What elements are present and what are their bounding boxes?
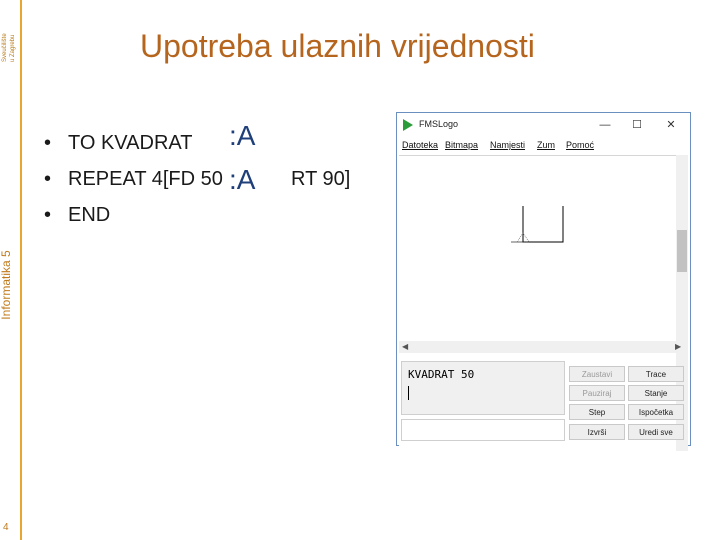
maximize-button[interactable]: ☐ — [625, 115, 649, 135]
page-number: 4 — [3, 522, 9, 533]
menu-datoteka[interactable]: Datoteka — [402, 140, 438, 150]
bullet-text: END — [68, 204, 111, 226]
bullet-item: • REPEAT 4[FD 50 — [44, 168, 223, 190]
pauza-button[interactable]: Pauziraj — [569, 385, 625, 401]
window-titlebar[interactable]: FMSLogo — ☐ ✕ — [397, 113, 690, 137]
square-drawing — [511, 206, 564, 243]
university-mark-line-2: u Zagrebu — [10, 34, 16, 62]
uredi-sve-button[interactable]: Uredi sve — [628, 424, 684, 440]
scroll-left-icon[interactable]: ◀ — [402, 342, 408, 351]
menu-pomoc[interactable]: Pomoć — [566, 140, 594, 150]
trace-button[interactable]: Trace — [628, 366, 684, 382]
command-input[interactable] — [401, 419, 565, 441]
slide-title: Upotreba ulaznih vrijednosti — [140, 28, 535, 64]
fmslogo-window: FMSLogo — ☐ ✕ Datoteka Bitmapa Namjesti … — [396, 112, 691, 453]
window-title: FMSLogo — [419, 119, 459, 129]
stanje-button[interactable]: Stanje — [628, 385, 684, 401]
scroll-right-icon[interactable]: ▶ — [675, 342, 681, 351]
bullet-tail: RT 90] — [291, 168, 351, 190]
param-a-usage: :A — [229, 164, 256, 195]
minimize-button[interactable]: — — [593, 115, 617, 135]
step-button[interactable]: Step — [569, 404, 625, 420]
university-mark: Sveučilište u Zagrebu — [0, 2, 20, 62]
menu-zum[interactable]: Zum — [537, 140, 555, 150]
command-history[interactable]: KVADRAT 50 — [401, 361, 565, 415]
menu-bar: Datoteka Bitmapa Namjesti Zum Pomoć — [397, 137, 690, 153]
left-accent-rule — [20, 0, 22, 540]
close-button[interactable]: ✕ — [659, 115, 683, 135]
menu-namjesti[interactable]: Namjesti — [490, 140, 525, 150]
bullet-text: REPEAT 4[FD 50 — [68, 168, 223, 190]
bullet-item: • END — [44, 204, 111, 226]
param-a-definition: :A — [229, 120, 256, 151]
command-history-text: KVADRAT 50 — [408, 368, 475, 381]
menu-bitmapa[interactable]: Bitmapa — [445, 140, 478, 150]
izvrsi-button[interactable]: Izvrši — [569, 424, 625, 440]
vertical-scroll-thumb[interactable] — [677, 230, 687, 272]
ispocetka-button[interactable]: Ispočetka — [628, 404, 684, 420]
logo-turtle-icon — [403, 119, 413, 131]
bullet-item: • TO KVADRAT — [44, 132, 193, 154]
zaustavi-button[interactable]: Zaustavi — [569, 366, 625, 382]
bullet-text: TO KVADRAT — [68, 132, 193, 154]
horizontal-scrollbar[interactable]: ◀ ▶ — [399, 341, 687, 353]
university-mark-line-1: Sveučilište — [2, 33, 8, 62]
text-cursor — [408, 386, 409, 400]
course-label: Informatika 5 — [0, 250, 13, 320]
